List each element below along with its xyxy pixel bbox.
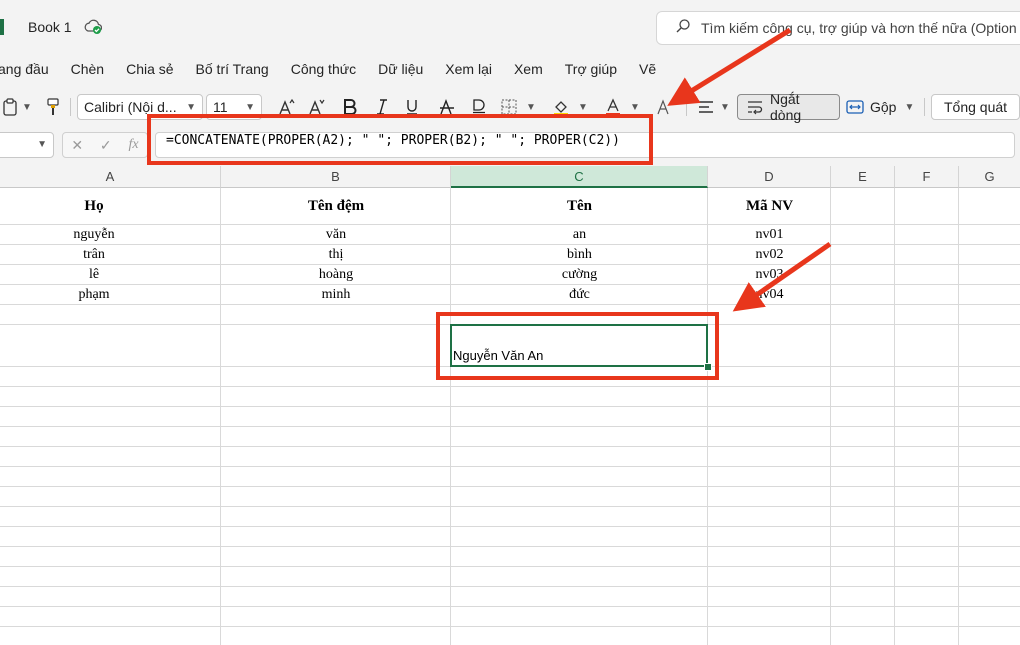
font-size-value: 11 [213,99,228,115]
gridline [0,566,1020,567]
tab-share[interactable]: Chia sẻ [115,61,184,77]
cell-c5[interactable]: đức [451,285,708,304]
gridline [0,406,1020,407]
paste-dropdown-icon[interactable]: ▼ [20,94,34,120]
gridline [0,304,1020,305]
cancel-icon[interactable]: ✕ [71,137,83,154]
gridline [0,606,1020,607]
gridline [958,188,959,645]
tab-view[interactable]: Xem [503,61,554,77]
gridline [894,188,895,645]
name-box[interactable]: ▼ [0,132,54,158]
column-header-e[interactable]: E [831,166,895,188]
column-header-a[interactable]: A [0,166,221,188]
cell-b1[interactable]: Tên đệm [221,189,451,224]
wrap-text-icon [746,99,764,115]
cell-a3[interactable]: trân [0,245,188,264]
cell-a1[interactable]: Họ [0,189,188,224]
number-format-value: Tổng quát [944,99,1008,115]
cell-c4[interactable]: cường [451,265,708,284]
cell-c3[interactable]: bình [451,245,708,264]
number-format-select[interactable]: Tổng quát [931,94,1020,120]
cell-b2[interactable]: văn [221,225,451,244]
cell-d4[interactable]: nv03 [708,265,831,284]
gridline [0,506,1020,507]
paste-icon[interactable] [0,94,20,120]
merge-button[interactable]: Gộp ▼ [846,94,918,120]
cell-a4[interactable]: lê [0,265,188,284]
chevron-down-icon: ▼ [904,101,915,113]
tab-page-layout[interactable]: Bố trí Trang [185,61,280,77]
title-bar: Book 1 Tìm kiếm công cụ, trợ giúp và hơn… [0,0,1020,52]
column-header-f[interactable]: F [895,166,959,188]
cell-b3[interactable]: thị [221,245,451,264]
column-header-d[interactable]: D [708,166,831,188]
ribbon-divider [70,98,71,116]
cell-c1[interactable]: Tên [451,189,708,224]
clear-format-icon[interactable] [654,94,674,120]
search-placeholder: Tìm kiếm công cụ, trợ giúp và hơn thế nữ… [701,20,1017,36]
ribbon-divider [924,98,925,116]
cell-b4[interactable]: hoàng [221,265,451,284]
excel-logo-icon[interactable] [0,19,4,35]
gridline [0,386,1020,387]
title-left: Book 1 [0,14,102,40]
tab-insert[interactable]: Chèn [60,61,115,77]
tab-review[interactable]: Xem lại [434,61,503,77]
gridline [0,586,1020,587]
cell-c2[interactable]: an [451,225,708,244]
align-icon[interactable] [694,94,718,120]
result-highlight-box [436,312,719,380]
column-header-g[interactable]: G [959,166,1020,188]
ribbon-divider [686,98,687,116]
tab-home[interactable]: ang đầu [0,61,60,77]
cloud-saved-icon[interactable] [84,19,102,35]
cell-a5[interactable]: phạm [0,285,188,304]
search-box[interactable]: Tìm kiếm công cụ, trợ giúp và hơn thế nữ… [656,11,1020,45]
tab-help[interactable]: Trợ giúp [554,61,628,77]
cell-d3[interactable]: nv02 [708,245,831,264]
gridline [0,546,1020,547]
gridline [0,626,1020,627]
cell-d5[interactable]: nv04 [708,285,831,304]
tab-formulas[interactable]: Công thức [280,61,367,77]
merge-icon [846,99,864,115]
document-title[interactable]: Book 1 [28,19,72,35]
gridline [0,526,1020,527]
cell-a2[interactable]: nguyễn [0,225,188,244]
wrap-text-button[interactable]: Ngắt dòng [737,91,840,123]
align-dropdown-icon[interactable]: ▼ [718,94,732,120]
format-painter-icon[interactable] [42,94,64,120]
gridline [0,486,1020,487]
chevron-down-icon: ▼ [37,139,47,150]
ribbon-tabs: ang đầu Chèn Chia sẻ Bố trí Trang Công t… [0,52,1020,86]
font-name-value: Calibri (Nội d... [84,99,177,115]
merge-label: Gộp [870,99,897,115]
column-header-c[interactable]: C [451,166,708,188]
gridline [0,446,1020,447]
gridline [0,466,1020,467]
cell-d2[interactable]: nv01 [708,225,831,244]
cell-d1[interactable]: Mã NV [708,189,831,224]
chevron-down-icon: ▼ [186,101,196,113]
insert-function-icon[interactable]: fx [128,137,138,153]
chevron-down-icon: ▼ [245,101,255,113]
column-header-b[interactable]: B [221,166,451,188]
cell-b5[interactable]: minh [221,285,451,304]
tab-data[interactable]: Dữ liệu [367,61,434,77]
tab-draw[interactable]: Vẽ [628,61,667,77]
search-icon [675,18,691,39]
formula-highlight-box [147,114,653,165]
confirm-icon[interactable]: ✓ [100,137,112,154]
gridline [0,426,1020,427]
wrap-text-label: Ngắt dòng [770,91,802,123]
formula-controls: ✕ ✓ fx [62,132,148,158]
